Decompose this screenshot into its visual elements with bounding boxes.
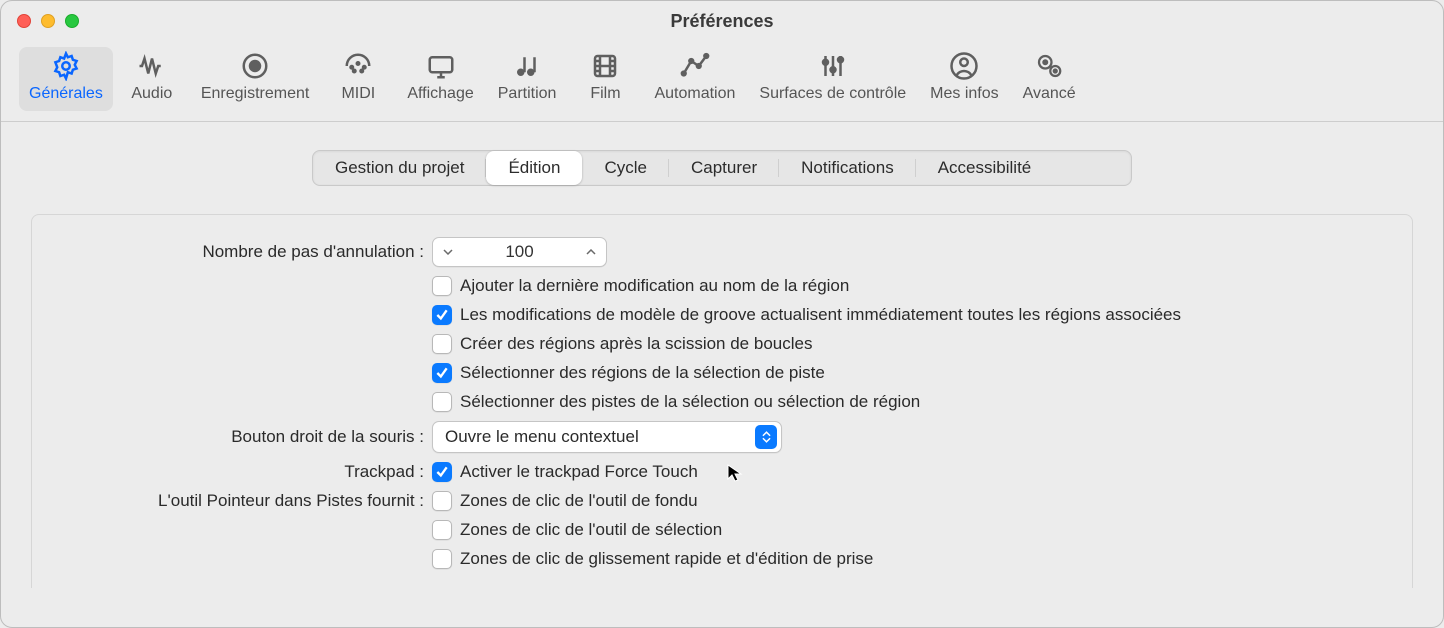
window-title: Préférences — [1, 11, 1443, 32]
checkbox-label: Sélectionner des pistes de la sélection … — [460, 392, 920, 412]
preferences-toolbar: Générales Audio Enregistrement MIDI Affi… — [1, 41, 1443, 122]
toolbar-label: Générales — [29, 85, 103, 103]
undo-steps-label: Nombre de pas d'annulation : — [52, 242, 432, 262]
toolbar-label: Avancé — [1023, 85, 1076, 103]
toolbar-label: Film — [590, 85, 620, 103]
checkbox-label: Zones de clic de l'outil de sélection — [460, 520, 722, 540]
undo-steps-value: 100 — [463, 242, 576, 262]
gear-icon — [49, 51, 83, 81]
row-pointer-tool-0: L'outil Pointeur dans Pistes fournit : Z… — [52, 491, 1392, 511]
undo-steps-stepper[interactable]: 100 — [432, 237, 607, 267]
stepper-up-icon[interactable] — [576, 238, 606, 266]
toolbar-automation[interactable]: Automation — [644, 47, 745, 111]
trackpad-label: Trackpad : — [52, 462, 432, 482]
checkbox-label: Activer le trackpad Force Touch — [460, 462, 698, 482]
subtab-cycle[interactable]: Cycle — [582, 151, 669, 185]
midi-icon — [341, 51, 375, 81]
stepper-down-icon[interactable] — [433, 238, 463, 266]
subtab-capture[interactable]: Capturer — [669, 151, 779, 185]
toolbar-label: Surfaces de contrôle — [759, 85, 906, 103]
automation-icon — [678, 51, 712, 81]
toolbar-my-info[interactable]: Mes infos — [920, 47, 1008, 111]
row-undo-steps: Nombre de pas d'annulation : 100 — [52, 237, 1392, 267]
popup-arrows-icon — [755, 425, 777, 449]
toolbar-midi[interactable]: MIDI — [323, 47, 393, 111]
preferences-window: Préférences Générales Audio Enregistreme… — [0, 0, 1444, 628]
content-area: Gestion du projet Édition Cycle Capturer… — [1, 122, 1443, 588]
checkbox-label: Zones de clic de glissement rapide et d'… — [460, 549, 873, 569]
user-icon — [947, 51, 981, 81]
subtab-project-management[interactable]: Gestion du projet — [313, 151, 486, 185]
checkbox-select-regions-from-track[interactable] — [432, 363, 452, 383]
toolbar-advanced[interactable]: Avancé — [1013, 47, 1086, 111]
subtab-accessibility[interactable]: Accessibilité — [916, 151, 1054, 185]
toolbar-label: Affichage — [407, 85, 473, 103]
checkbox-fade-zones[interactable] — [432, 491, 452, 511]
toolbar-label: Partition — [498, 85, 557, 103]
checkbox-label: Sélectionner des régions de la sélection… — [460, 363, 825, 383]
toolbar-label: Audio — [131, 85, 172, 103]
checkbox-label: Les modifications de modèle de groove ac… — [460, 305, 1181, 325]
toolbar-label: Enregistrement — [201, 85, 310, 103]
pointer-tool-label: L'outil Pointeur dans Pistes fournit : — [52, 491, 432, 511]
checkbox-create-regions-after-split[interactable] — [432, 334, 452, 354]
checkbox-add-last-mod[interactable] — [432, 276, 452, 296]
subtab-editing[interactable]: Édition — [486, 151, 582, 185]
audio-icon — [135, 51, 169, 81]
row-trackpad: Trackpad : Activer le trackpad Force Tou… — [52, 462, 1392, 482]
sub-tabs: Gestion du projet Édition Cycle Capturer… — [312, 150, 1132, 186]
toolbar-audio[interactable]: Audio — [117, 47, 187, 111]
toolbar-display[interactable]: Affichage — [397, 47, 483, 111]
editing-panel: Nombre de pas d'annulation : 100 A — [31, 214, 1413, 588]
toolbar-label: Mes infos — [930, 85, 998, 103]
right-click-value: Ouvre le menu contextuel — [445, 427, 755, 447]
display-icon — [424, 51, 458, 81]
subtab-notifications[interactable]: Notifications — [779, 151, 916, 185]
right-click-label: Bouton droit de la souris : — [52, 427, 432, 447]
toolbar-score[interactable]: Partition — [488, 47, 567, 111]
toolbar-recording[interactable]: Enregistrement — [191, 47, 320, 111]
advanced-icon — [1032, 51, 1066, 81]
film-icon — [588, 51, 622, 81]
score-icon — [510, 51, 544, 81]
titlebar: Préférences — [1, 1, 1443, 41]
toolbar-control-surfaces[interactable]: Surfaces de contrôle — [749, 47, 916, 111]
checkbox-label: Zones de clic de l'outil de fondu — [460, 491, 698, 511]
checkbox-force-touch[interactable] — [432, 462, 452, 482]
toolbar-label: MIDI — [341, 85, 375, 103]
checkbox-select-tracks-from-region[interactable] — [432, 392, 452, 412]
right-click-popup[interactable]: Ouvre le menu contextuel — [432, 421, 782, 453]
record-icon — [238, 51, 272, 81]
toolbar-film[interactable]: Film — [570, 47, 640, 111]
checkbox-selection-zones[interactable] — [432, 520, 452, 540]
toolbar-label: Automation — [654, 85, 735, 103]
checkbox-quickswipe-zones[interactable] — [432, 549, 452, 569]
checkbox-label: Ajouter la dernière modification au nom … — [460, 276, 849, 296]
toolbar-general[interactable]: Générales — [19, 47, 113, 111]
row-right-click: Bouton droit de la souris : Ouvre le men… — [52, 421, 1392, 453]
sliders-icon — [816, 51, 850, 81]
checkbox-label: Créer des régions après la scission de b… — [460, 334, 812, 354]
checkbox-groove-updates[interactable] — [432, 305, 452, 325]
